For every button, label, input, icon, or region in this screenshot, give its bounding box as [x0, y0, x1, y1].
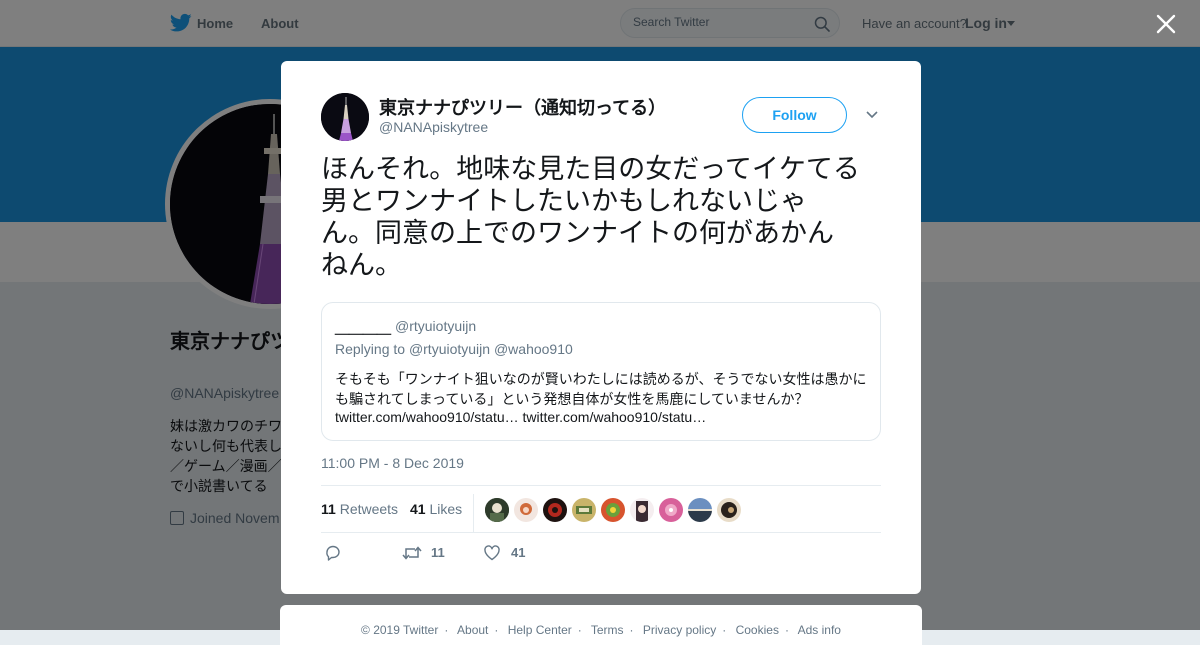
liker-avatar[interactable]: [601, 498, 625, 522]
quoted-tweet[interactable]: ＿＿＿＿ @rtyuiotyuijn Replying to @rtyuioty…: [321, 302, 881, 441]
liker-avatar[interactable]: [543, 498, 567, 522]
author-avatar[interactable]: [321, 93, 369, 141]
liker-avatar[interactable]: [659, 498, 683, 522]
likes-label: Likes: [429, 501, 463, 517]
chevron-down-icon[interactable]: [865, 110, 879, 120]
author-name[interactable]: 東京ナナぴツリー（通知切ってる）: [379, 94, 666, 120]
liker-avatar[interactable]: [514, 498, 538, 522]
follow-button[interactable]: Follow: [742, 97, 847, 133]
stats-divider: [473, 494, 474, 532]
footer-link[interactable]: © 2019 Twitter: [361, 623, 438, 637]
retweets-label: Retweets: [339, 501, 399, 517]
retweets-stat[interactable]: 11 Retweets: [321, 501, 398, 517]
close-icon[interactable]: [1154, 12, 1178, 36]
likes-count: 41: [410, 501, 426, 517]
reply-icon[interactable]: [324, 544, 342, 562]
quoted-author-handle: @rtyuiotyuijn: [395, 318, 477, 334]
reply-to-link[interactable]: @rtyuiotyuijn: [409, 341, 490, 357]
footer-link[interactable]: Cookies: [736, 623, 779, 637]
footer-link[interactable]: Help Center: [508, 623, 572, 637]
likes-stat[interactable]: 41 Likes: [410, 501, 462, 517]
retweets-count: 11: [321, 501, 336, 517]
liker-avatar[interactable]: [485, 498, 509, 522]
author-handle[interactable]: @NANApiskytree: [379, 119, 488, 135]
tweet-stats: 11 Retweets 41 Likes: [321, 485, 881, 533]
heart-icon[interactable]: [483, 544, 501, 562]
liker-avatar[interactable]: [717, 498, 741, 522]
quoted-reply-context: Replying to @rtyuiotyuijn @wahoo910: [335, 341, 573, 357]
footer-card: © 2019 Twitter · About · Help Center · Term…: [280, 605, 922, 645]
quoted-link[interactable]: twitter.com/wahoo910/statu…: [523, 409, 707, 425]
tweet-text: ほんそれ。地味な見た目の女だってイケてる 男とワンナイトしたいかもしれないじゃ …: [321, 154, 860, 280]
liker-avatar[interactable]: [572, 498, 596, 522]
tweet-modal: 東京ナナぴツリー（通知切ってる） @NANApiskytree Follow ほ…: [281, 61, 921, 594]
reply-to-link[interactable]: @wahoo910: [494, 341, 573, 357]
like-action-count: 41: [511, 545, 526, 560]
quoted-text: そもそも「ワンナイト狙いなのが賢いわたしには読めるが、そうでない女性は愚かにも騙…: [335, 371, 867, 407]
tweet-timestamp: 11:00 PM - 8 Dec 2019: [321, 455, 464, 471]
quoted-links: twitter.com/wahoo910/statu… twitter.com/…: [335, 409, 706, 425]
liker-avatar[interactable]: [630, 498, 654, 522]
quoted-link[interactable]: twitter.com/wahoo910/statu…: [335, 409, 519, 425]
footer-link[interactable]: About: [457, 623, 488, 637]
retweet-icon[interactable]: [402, 544, 422, 562]
footer-link[interactable]: Privacy policy: [643, 623, 716, 637]
tweet-actions: 11 41: [321, 541, 881, 565]
quoted-author-name: ＿＿＿＿: [335, 320, 391, 336]
footer-links: © 2019 Twitter · About · Help Center · Term…: [361, 623, 841, 637]
reply-prefix: Replying to: [335, 341, 406, 357]
footer-link[interactable]: Ads info: [798, 623, 841, 637]
liker-avatar[interactable]: [688, 498, 712, 522]
retweet-action-count: 11: [431, 545, 445, 560]
author-avatar-image: [321, 93, 369, 141]
footer-link[interactable]: Terms: [591, 623, 624, 637]
